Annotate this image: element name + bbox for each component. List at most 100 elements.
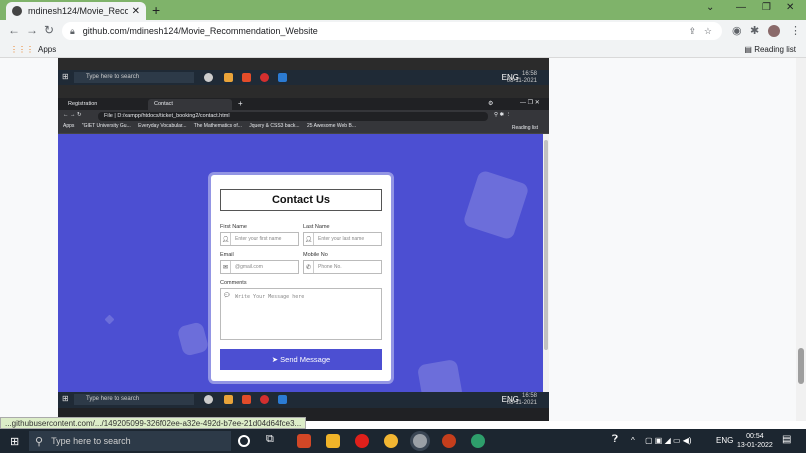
clock-time: 16:58 — [521, 393, 537, 399]
minimize-button[interactable]: — — [736, 2, 746, 13]
inner-new-tab-icon: + — [238, 99, 243, 108]
mobile-input[interactable]: ✆ Phone No. — [303, 260, 382, 274]
chrome-profile-icon[interactable] — [471, 434, 485, 448]
page-margin-left — [0, 58, 58, 421]
office-icon — [242, 73, 251, 82]
tray-chevron-icon[interactable]: ^ — [631, 436, 635, 445]
last-name-input[interactable]: 👤︎ Enter your last name — [303, 232, 382, 246]
apps-grid-icon: ⋮⋮⋮ — [10, 45, 34, 54]
forward-icon[interactable]: → — [26, 23, 38, 37]
notifications-icon[interactable]: ▤ — [782, 434, 791, 445]
decor-shape — [104, 314, 115, 325]
browser-tab[interactable]: mdinesh124/Movie_Recommendat ✕ — [6, 2, 146, 20]
page-scrollbar[interactable] — [796, 58, 806, 421]
status-url-bubble: ...githubusercontent.com/.../149205099-3… — [0, 417, 307, 429]
windows-icon: ⊞ — [62, 394, 69, 403]
comments-textarea[interactable]: 💬︎ Write Your Message here — [220, 288, 382, 340]
cortana-icon — [204, 73, 213, 82]
screenshot-taskbar-bottom: ⊞ Type here to search ENG 16:58 08-11-202… — [58, 392, 549, 408]
decor-shape — [462, 169, 530, 241]
inner-tab-label: Contact — [154, 101, 173, 107]
powerpoint-icon[interactable] — [442, 434, 456, 448]
mobile-label: Mobile No — [303, 252, 328, 258]
inner-nav-icons: ← → ↻ — [63, 112, 82, 118]
inner-bookmark: 25 Awesome Web B... — [306, 123, 356, 129]
extensions-icon[interactable]: ✱ — [750, 24, 759, 37]
taskbar-language[interactable]: ENG — [716, 436, 733, 445]
file-explorer-icon[interactable] — [326, 434, 340, 448]
last-name-label: Last Name — [303, 224, 330, 230]
reload-icon[interactable]: ↻ — [44, 23, 54, 37]
send-message-button[interactable]: ➤ Send Message — [220, 349, 382, 370]
apps-bookmark[interactable]: ⋮⋮⋮ Apps — [10, 45, 56, 54]
vscode-icon — [278, 395, 287, 404]
decor-shape — [176, 321, 210, 357]
explorer-icon — [224, 73, 233, 82]
address-bar[interactable]: 🔒︎ github.com/mdinesh124/Movie_Recommend… — [62, 22, 722, 40]
maximize-button[interactable]: ❐ — [762, 2, 771, 13]
bookmarks-bar: ⋮⋮⋮ Apps ▤ Reading list — [0, 42, 806, 58]
clock-date: 08-11-2021 — [506, 78, 537, 84]
share-icon[interactable]: ⇪ — [688, 26, 696, 37]
page-content: ⊞ Type here to search ENG 16:58 08-11-202… — [0, 58, 806, 421]
last-name-placeholder: Enter your last name — [318, 236, 365, 242]
cortana-icon[interactable] — [238, 435, 250, 447]
explorer-icon — [224, 395, 233, 404]
email-input[interactable]: ✉ @gmail.com — [220, 260, 299, 274]
new-tab-button[interactable]: + — [152, 2, 160, 18]
inner-toolbar: ← → ↻ File | D:/xampp/htdocs/ticket_book… — [58, 110, 549, 123]
clock-date: 08-11-2021 — [506, 400, 537, 406]
office-icon[interactable] — [297, 434, 311, 448]
inner-scrollbar-thumb — [544, 140, 548, 350]
chrome-icon[interactable] — [384, 434, 398, 448]
inner-bookmark: The Mathematics of... — [193, 123, 242, 129]
first-name-label: First Name — [220, 224, 247, 230]
taskbar-search-box[interactable]: ⚲ Type here to search — [29, 431, 231, 451]
reading-list-button[interactable]: ▤ Reading list — [744, 45, 796, 54]
taskbar-clock[interactable]: 00:54 13-01-2022 — [737, 432, 773, 450]
inner-url: D:/xampp/htdocs/ticket_booking2/contact.… — [117, 113, 230, 119]
inner-address-bar: File | D:/xampp/htdocs/ticket_booking2/c… — [98, 112, 488, 121]
bookmark-star-icon[interactable]: ☆ — [704, 26, 712, 37]
close-window-button[interactable]: ✕ — [786, 2, 794, 13]
chrome-active-icon[interactable] — [413, 434, 427, 448]
camera-icon[interactable]: ◉ — [732, 24, 742, 37]
office-icon — [242, 395, 251, 404]
mobile-placeholder: Phone No. — [318, 264, 342, 270]
tab-search-icon[interactable]: ⌄ — [706, 2, 714, 13]
github-icon — [12, 6, 22, 16]
back-icon[interactable]: ← — [8, 23, 20, 37]
browser-tab-strip: mdinesh124/Movie_Recommendat ✕ + ⌄ — ❐ ✕ — [0, 0, 806, 20]
browser-toolbar: ← → ↻ 🔒︎ github.com/mdinesh124/Movie_Rec… — [0, 20, 806, 42]
profile-avatar[interactable] — [768, 25, 780, 37]
lock-icon: 🔒︎ — [70, 25, 75, 36]
task-view-icon[interactable]: ⧉ — [266, 433, 280, 447]
menu-icon[interactable]: ⋮ — [790, 24, 801, 37]
email-label: Email — [220, 252, 234, 258]
scrollbar-thumb[interactable] — [798, 348, 804, 384]
comments-placeholder: Write Your Message here — [235, 294, 305, 300]
taskbar-search: Type here to search — [74, 394, 194, 405]
user-icon: 👤︎ — [221, 233, 231, 245]
paper-plane-icon: ➤ — [271, 355, 281, 364]
windows-start-icon[interactable]: ⊞ — [10, 435, 19, 448]
first-name-input[interactable]: 👤︎ Enter your first name — [220, 232, 299, 246]
reading-list-label: Reading list — [754, 45, 796, 54]
tray-icons[interactable]: ▢ ▣ ◢ ▭ ◀) — [645, 436, 692, 445]
phone-icon: ✆ — [304, 261, 314, 273]
taskbar-search: Type here to search — [74, 72, 194, 83]
user-icon: 👤︎ — [304, 233, 314, 245]
inner-bookmark: Apps — [63, 123, 75, 129]
windows-taskbar: ⊞ ⚲ Type here to search ⧉ ❓︎ ^ ▢ ▣ ◢ ▭ ◀… — [0, 429, 806, 453]
inner-tab-label: Registration — [68, 101, 98, 107]
help-icon[interactable]: ❓︎ — [612, 434, 618, 445]
clock-date: 13-01-2022 — [737, 442, 773, 449]
close-tab-icon[interactable]: ✕ — [132, 6, 140, 17]
inner-gear-icon: ⚙ — [488, 101, 494, 107]
reading-list-icon: ▤ — [744, 45, 755, 54]
opera-icon[interactable] — [355, 434, 369, 448]
first-name-placeholder: Enter your first name — [235, 236, 282, 242]
email-placeholder: @gmail.com — [235, 264, 263, 270]
opera-icon — [260, 395, 269, 404]
opera-icon — [260, 73, 269, 82]
